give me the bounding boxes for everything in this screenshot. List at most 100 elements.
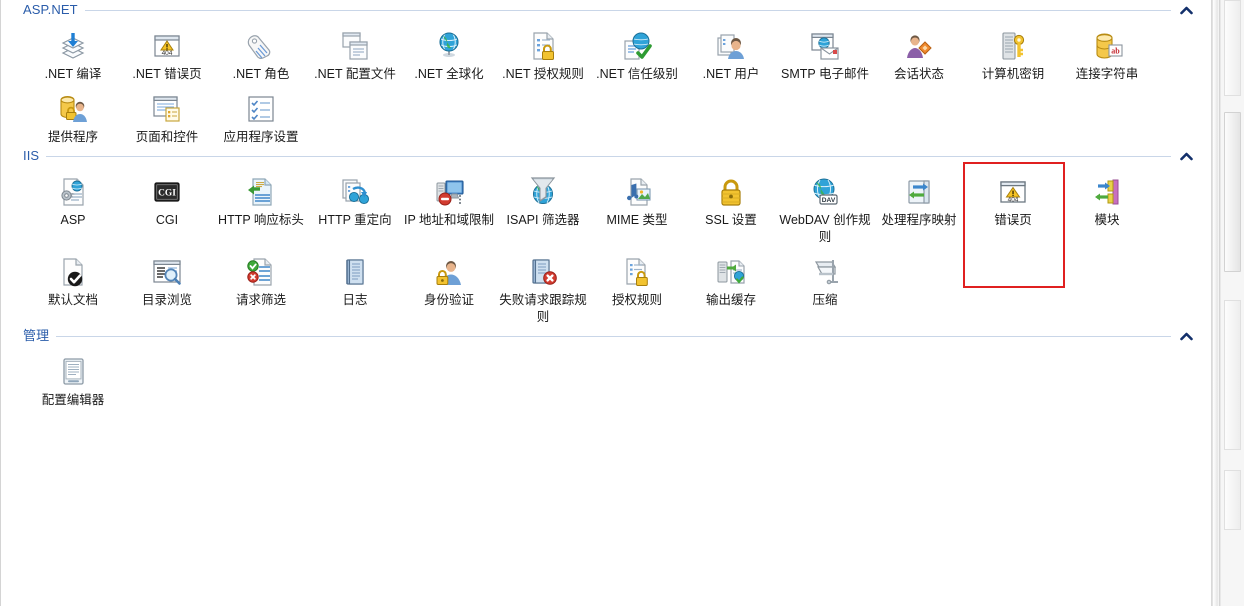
net-authorization-rules-lock-icon: [526, 29, 560, 63]
webdav-authoring-rules-icon: DAV: [808, 175, 842, 209]
feature-tile-label: .NET 错误页: [132, 67, 202, 81]
feature-tile-label: 默认文档: [47, 293, 98, 307]
feature-tile[interactable]: 模块: [1060, 166, 1154, 246]
svg-text:404: 404: [1008, 196, 1019, 203]
cgi-black-box-icon: CGI: [150, 175, 184, 209]
feature-tile[interactable]: 会话状态: [872, 20, 966, 83]
feature-tile-label: 连接字符串: [1075, 67, 1139, 81]
feature-tile-label: 页面和控件: [135, 130, 199, 144]
svg-text:404: 404: [162, 50, 173, 57]
chevron-up-icon[interactable]: [1175, 2, 1197, 18]
feature-tile[interactable]: .NET 编译: [26, 20, 120, 83]
feature-tile-label: .NET 信任级别: [596, 67, 678, 81]
pane-splitter[interactable]: [1212, 0, 1220, 606]
failed-request-tracing-rules-icon: [526, 255, 560, 289]
scrollbar-track-middle[interactable]: [1224, 300, 1241, 450]
feature-tile[interactable]: 身份验证: [402, 246, 496, 326]
feature-tile[interactable]: 应用程序设置: [214, 83, 308, 146]
ip-address-domain-restrictions-icon: [432, 175, 466, 209]
asp-gear-page-icon: [56, 175, 90, 209]
feature-tile-label: SMTP 电子邮件: [781, 67, 869, 81]
feature-tile[interactable]: CGI CGI: [120, 166, 214, 246]
icon-grid-management: 配置编辑器: [1, 346, 1211, 409]
section-iis: IIS ASP CGI CGI HTTP 响应标头 HTTP 重定向 IP 地址和域限制 IS…: [1, 146, 1211, 326]
feature-tile-label: .NET 全球化: [414, 67, 484, 81]
feature-tile[interactable]: .NET 配置文件: [308, 20, 402, 83]
directory-browsing-icon: [150, 255, 184, 289]
feature-tile-label: 压缩: [812, 293, 838, 307]
feature-tile-label: .NET 授权规则: [502, 67, 584, 81]
feature-tile[interactable]: 配置编辑器: [26, 346, 120, 409]
http-response-headers-icon: [244, 175, 278, 209]
scrollbar-thumb[interactable]: [1224, 112, 1241, 272]
feature-tile[interactable]: 提供程序: [26, 83, 120, 146]
feature-tile-label: CGI: [155, 213, 179, 227]
feature-tile[interactable]: .NET 角色: [214, 20, 308, 83]
feature-tile[interactable]: 404 .NET 错误页: [120, 20, 214, 83]
vertical-scrollbar[interactable]: [1220, 0, 1244, 606]
feature-view-pane[interactable]: ASP.NET .NET 编译 404 .NET 错误页 .NET 角色 .NET 配置文…: [0, 0, 1212, 606]
pages-and-controls-icon: [150, 92, 184, 126]
svg-text:DAV: DAV: [822, 197, 836, 204]
feature-tile[interactable]: HTTP 重定向: [308, 166, 402, 246]
feature-tile[interactable]: IP 地址和域限制: [402, 166, 496, 246]
feature-tile-label: 处理程序映射: [881, 213, 957, 227]
feature-tile[interactable]: SMTP 电子邮件: [778, 20, 872, 83]
machine-key-server-icon: [996, 29, 1030, 63]
net-users-person-icon: [714, 29, 748, 63]
feature-tile[interactable]: .NET 信任级别: [590, 20, 684, 83]
chevron-up-icon[interactable]: [1175, 328, 1197, 344]
iis-manager-feature-view: ASP.NET .NET 编译 404 .NET 错误页 .NET 角色 .NET 配置文…: [0, 0, 1245, 606]
feature-tile[interactable]: 失败请求跟踪规则: [496, 246, 590, 326]
feature-tile-label: 授权规则: [611, 293, 662, 307]
feature-tile[interactable]: ASP: [26, 166, 120, 246]
feature-tile[interactable]: HTTP 响应标头: [214, 166, 308, 246]
authorization-rules-icon: [620, 255, 654, 289]
section-header-aspnet: ASP.NET: [23, 0, 1197, 20]
section-rule-aspnet: [84, 9, 1171, 11]
application-settings-icon: [244, 92, 278, 126]
scrollbar-track-lower[interactable]: [1224, 470, 1241, 530]
modules-icon: [1090, 175, 1124, 209]
feature-tile-label: MIME 类型: [606, 213, 668, 227]
feature-tile[interactable]: 计算机密钥: [966, 20, 1060, 83]
feature-tile[interactable]: 处理程序映射: [872, 166, 966, 246]
feature-tile[interactable]: 404 错误页: [966, 166, 1060, 246]
feature-tile[interactable]: 目录浏览: [120, 246, 214, 326]
feature-tile[interactable]: 授权规则: [590, 246, 684, 326]
feature-tile-label: 错误页: [994, 213, 1032, 227]
right-rail: [1212, 0, 1245, 606]
scrollbar-track-upper[interactable]: [1224, 0, 1241, 96]
feature-tile[interactable]: 请求筛选: [214, 246, 308, 326]
compression-icon: [808, 255, 842, 289]
handler-mappings-icon: [902, 175, 936, 209]
feature-tile-label: HTTP 响应标头: [218, 213, 304, 227]
section-title-aspnet: ASP.NET: [23, 2, 78, 17]
net-profile-icon: [338, 29, 372, 63]
feature-tile-label: ASP: [60, 213, 86, 227]
feature-tile[interactable]: DAV WebDAV 创作规则: [778, 166, 872, 246]
feature-tile-label: IP 地址和域限制: [403, 213, 495, 227]
svg-text:ab: ab: [1111, 47, 1120, 56]
logging-book-icon: [338, 255, 372, 289]
feature-tile[interactable]: ab 连接字符串: [1060, 20, 1154, 83]
chevron-up-icon[interactable]: [1175, 148, 1197, 164]
feature-tile-label: 计算机密钥: [981, 67, 1045, 81]
feature-tile[interactable]: MIME 类型: [590, 166, 684, 246]
authentication-icon: [432, 255, 466, 289]
feature-tile[interactable]: ISAPI 筛选器: [496, 166, 590, 246]
section-title-iis: IIS: [23, 148, 40, 163]
feature-tile[interactable]: .NET 全球化: [402, 20, 496, 83]
feature-tile[interactable]: .NET 授权规则: [496, 20, 590, 83]
feature-tile[interactable]: 输出缓存: [684, 246, 778, 326]
feature-tile[interactable]: 日志: [308, 246, 402, 326]
feature-tile[interactable]: 页面和控件: [120, 83, 214, 146]
feature-tile[interactable]: SSL 设置: [684, 166, 778, 246]
net-error-pages-404-icon: 404: [150, 29, 184, 63]
feature-tile[interactable]: 默认文档: [26, 246, 120, 326]
session-state-icon: [902, 29, 936, 63]
mime-types-icon: [620, 175, 654, 209]
feature-tile[interactable]: 压缩: [778, 246, 872, 326]
section-aspnet: ASP.NET .NET 编译 404 .NET 错误页 .NET 角色 .NET 配置文…: [1, 0, 1211, 146]
feature-tile[interactable]: .NET 用户: [684, 20, 778, 83]
